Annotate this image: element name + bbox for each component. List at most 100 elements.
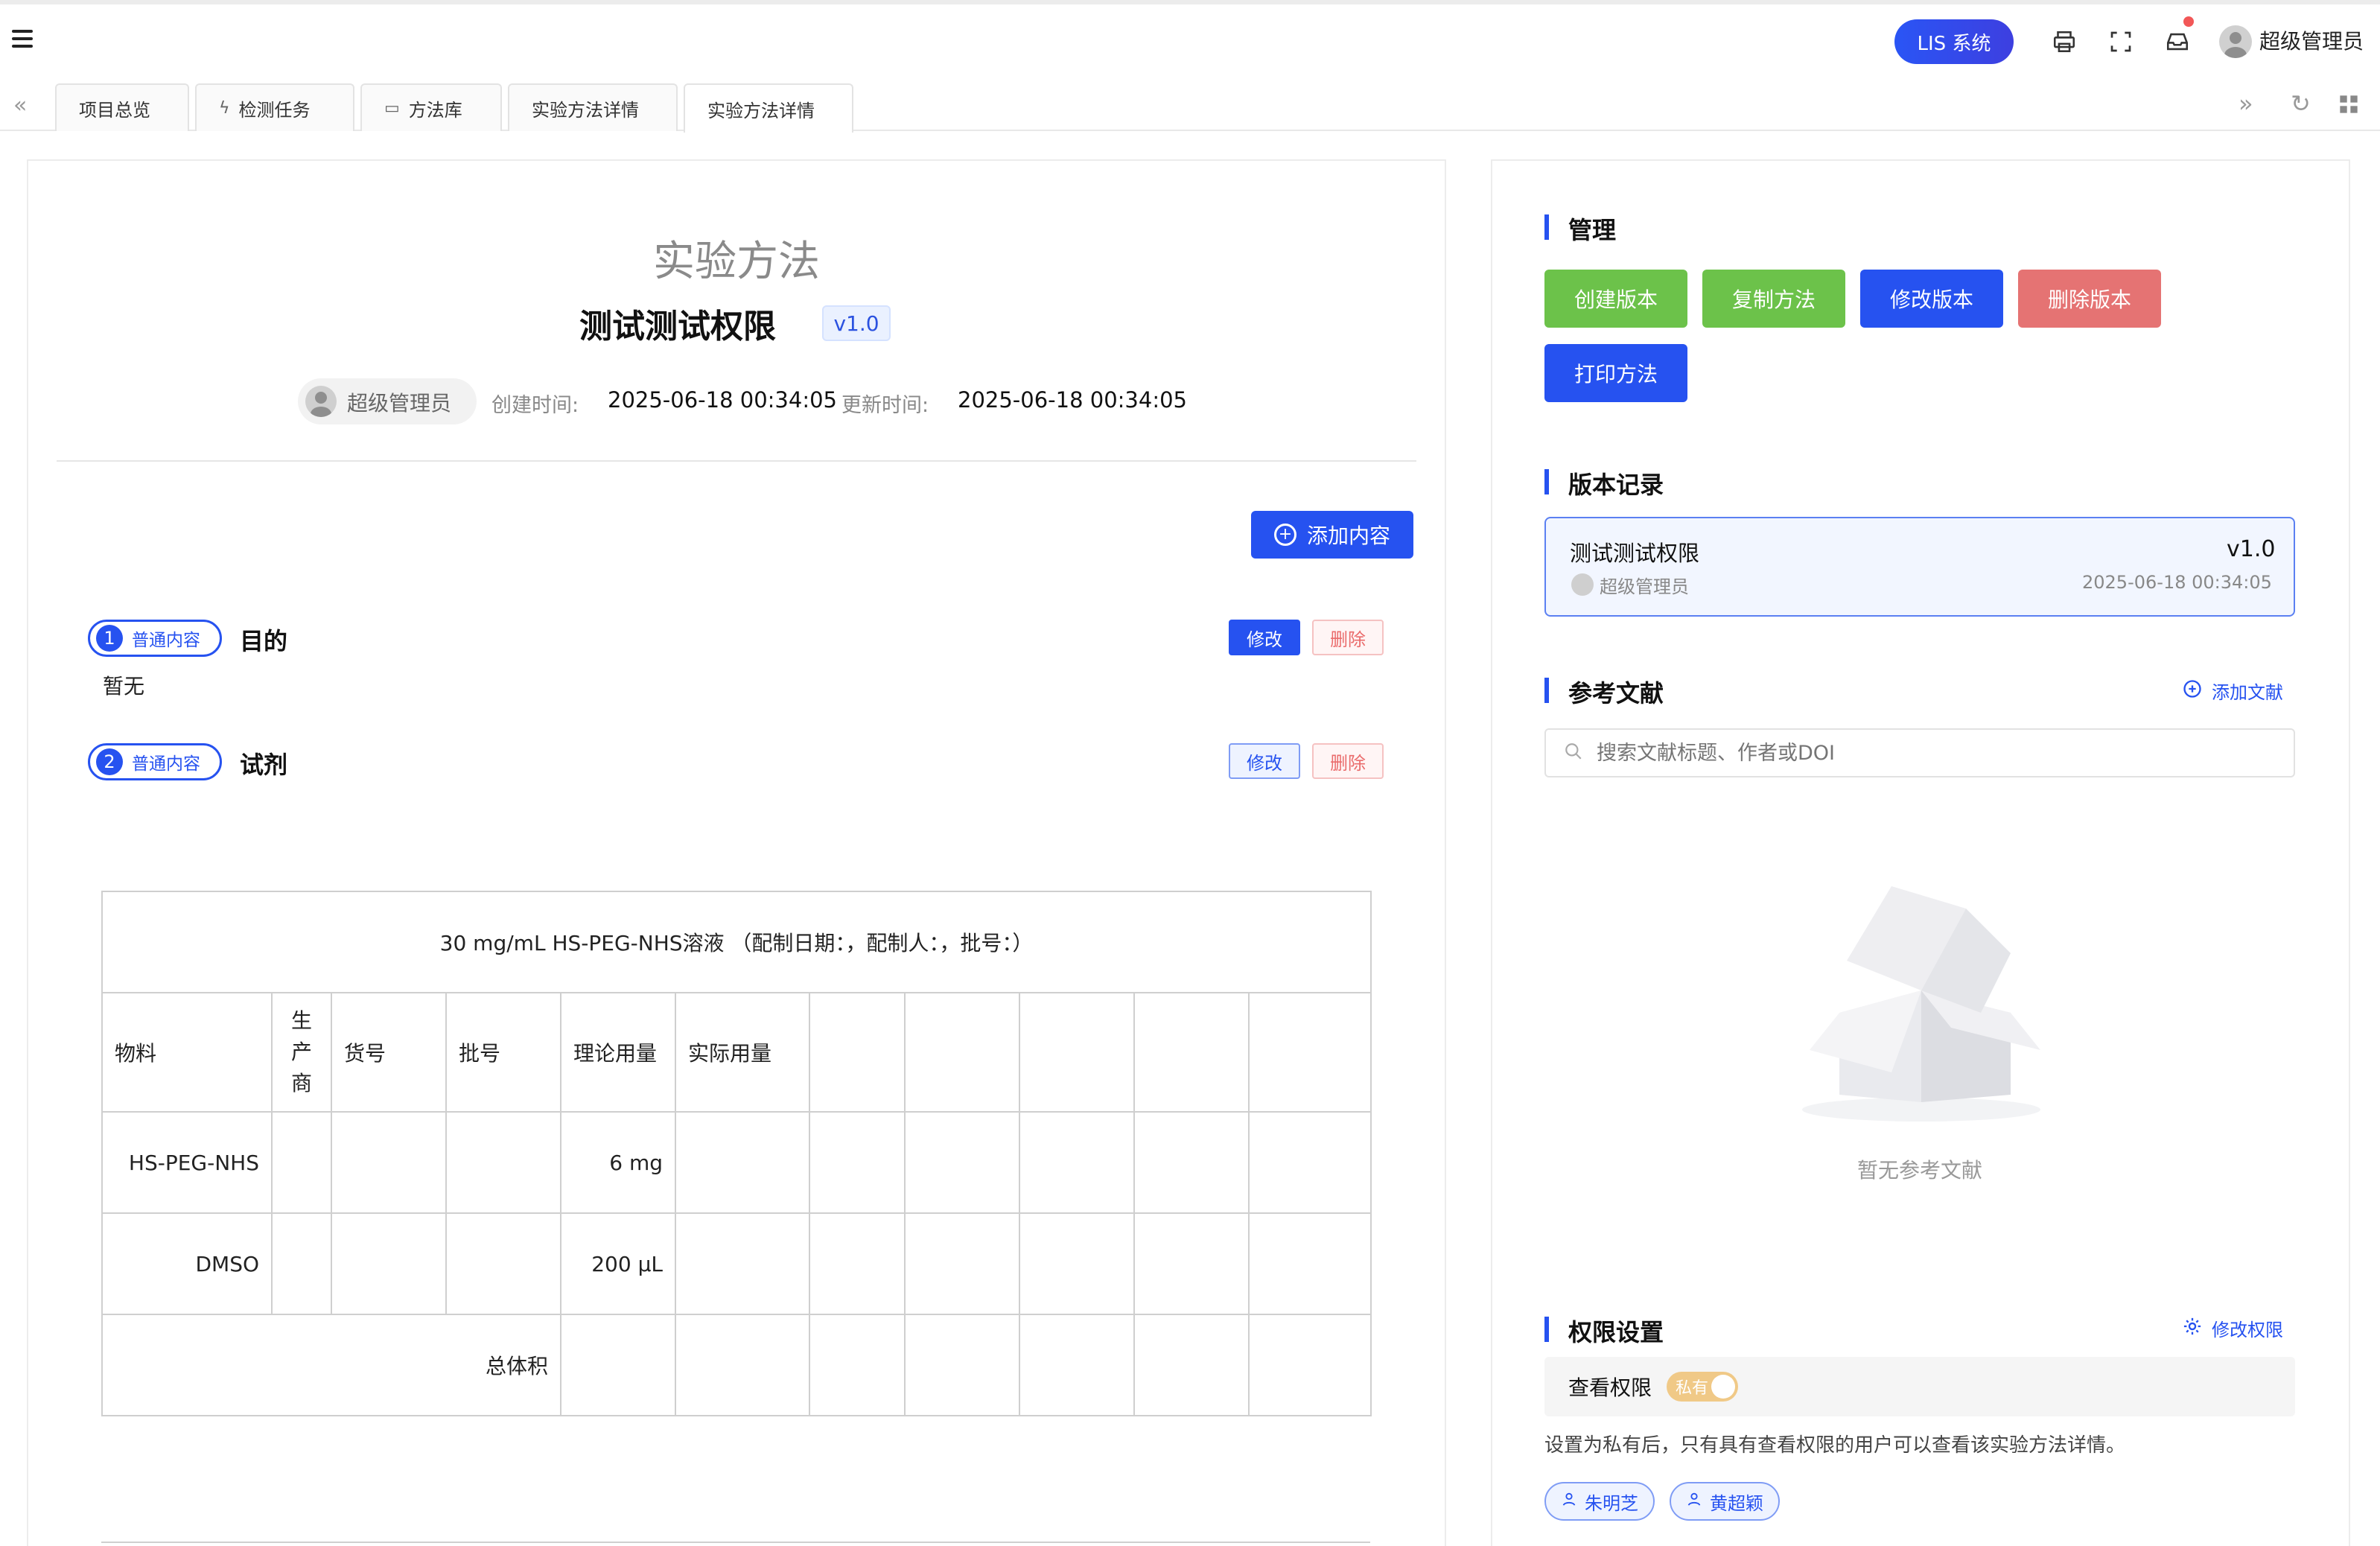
table-header: [1247, 992, 1372, 1113]
table-cell: [904, 1111, 1020, 1214]
box-icon: ▭: [384, 98, 400, 118]
inbox-icon[interactable]: [2163, 27, 2192, 57]
tabs-scroll-left-icon[interactable]: «: [13, 92, 27, 118]
edit-permissions-label: 修改权限: [2212, 1320, 2283, 1340]
table-header: 物料: [101, 992, 273, 1113]
table-cell: [331, 1212, 447, 1315]
tab-project-overview[interactable]: 项目总览: [55, 83, 189, 131]
permitted-user-tag[interactable]: 黄超颖: [1670, 1482, 1780, 1521]
table-header: 货号: [331, 992, 447, 1113]
created-value: 2025-06-18 00:34:05: [608, 387, 837, 413]
add-content-button[interactable]: + 添加内容: [1251, 511, 1413, 559]
version-record-title: 版本记录: [1568, 471, 1664, 499]
current-user-name[interactable]: 超级管理员: [2259, 27, 2364, 57]
table-header: 生 产 商: [271, 992, 332, 1113]
updated-label: 更新时间:: [841, 394, 929, 417]
permission-description: 设置为私有后，只有具有查看权限的用户可以查看该实验方法详情。: [1544, 1434, 2126, 1457]
reference-search[interactable]: [1544, 728, 2295, 777]
table-caption: 30 mg/mL HS-PEG-NHS溶液 （配制日期：，配制人：，批号：）: [101, 891, 1372, 993]
empty-box-icon: [1795, 879, 2048, 1124]
section-marker: [1544, 214, 1549, 240]
table-header: [904, 992, 1020, 1113]
edit-permissions-button[interactable]: 修改权限: [2182, 1315, 2283, 1341]
edit-section-button[interactable]: 修改: [1229, 620, 1300, 655]
permissions-title: 权限设置: [1568, 1318, 1664, 1346]
section-number: 2: [96, 748, 123, 775]
toggle-knob: [1711, 1375, 1735, 1399]
table-cell: [809, 1314, 906, 1416]
section-type-pill: 1 普通内容: [88, 620, 222, 657]
section-marker: [1544, 678, 1549, 703]
delete-section-button[interactable]: 删除: [1312, 743, 1384, 779]
references-title: 参考文献: [1568, 679, 1664, 707]
tab-bar: [0, 82, 2380, 131]
refresh-icon[interactable]: ↻: [2291, 89, 2311, 118]
gear-icon: [2182, 1316, 2203, 1341]
table-cell: [331, 1111, 447, 1214]
plus-circle-icon: [2182, 678, 2203, 704]
table-cell: 200 µL: [560, 1212, 676, 1315]
author-name: 超级管理员: [347, 391, 452, 416]
table-cell: [445, 1212, 561, 1315]
table-header: [809, 992, 906, 1113]
table-cell: [904, 1212, 1020, 1315]
private-toggle[interactable]: 私有: [1667, 1372, 1738, 1402]
version-badge: v1.0: [822, 305, 891, 341]
section-number: 1: [96, 625, 123, 652]
view-permission-row: [1544, 1357, 2295, 1416]
table-cell: [904, 1314, 1020, 1416]
table-cell: [1133, 1314, 1250, 1416]
table-header: 理论用量: [560, 992, 676, 1113]
notification-dot: [2183, 16, 2194, 27]
print-method-button[interactable]: 打印方法: [1544, 344, 1687, 402]
created-label: 创建时间:: [491, 394, 579, 417]
permitted-user-tag[interactable]: 朱明芝: [1544, 1482, 1655, 1521]
tab-label: 检测任务: [238, 99, 311, 121]
tab-test-tasks[interactable]: ϟ 检测任务: [195, 83, 354, 131]
user-tag-label: 朱明芝: [1585, 1492, 1638, 1514]
toggle-label: 私有: [1676, 1379, 1709, 1398]
create-version-button[interactable]: 创建版本: [1544, 270, 1687, 328]
avatar[interactable]: [2219, 25, 2252, 58]
table-cell: [809, 1111, 906, 1214]
menu-icon[interactable]: [12, 30, 33, 48]
management-title: 管理: [1568, 216, 1617, 244]
section-type-pill: 2 普通内容: [88, 743, 222, 780]
tab-label: 方法库: [408, 99, 462, 121]
author-avatar: [305, 386, 337, 417]
tab-method-detail-2[interactable]: 实验方法详情: [684, 83, 853, 133]
print-icon[interactable]: [2049, 27, 2079, 57]
table-cell: 6 mg: [560, 1111, 676, 1214]
table-cell: [1133, 1212, 1250, 1315]
section-type: 普通内容: [132, 631, 200, 650]
section-body: 暂无: [103, 674, 145, 699]
tab-label: 实验方法详情: [707, 100, 815, 121]
section-type: 普通内容: [132, 754, 200, 774]
table-header: 实际用量: [675, 992, 810, 1113]
table-cell: [1019, 1212, 1135, 1315]
grid-icon[interactable]: [2338, 94, 2359, 118]
table-cell: [1247, 1212, 1372, 1315]
section-marker: [1544, 1317, 1549, 1342]
table-header: 批号: [445, 992, 561, 1113]
lis-system-button[interactable]: LIS 系统: [1894, 19, 2014, 64]
search-input[interactable]: [1595, 740, 2265, 766]
delete-section-button[interactable]: 删除: [1312, 620, 1384, 655]
section-title: 试剂: [240, 751, 288, 779]
fullscreen-icon[interactable]: [2106, 27, 2136, 57]
edit-version-button[interactable]: 修改版本: [1860, 270, 2003, 328]
tab-method-detail-1[interactable]: 实验方法详情: [508, 83, 678, 131]
copy-method-button[interactable]: 复制方法: [1702, 270, 1845, 328]
tabs-scroll-right-icon[interactable]: »: [2239, 89, 2253, 118]
delete-version-button[interactable]: 删除版本: [2018, 270, 2161, 328]
version-name: 测试测试权限: [1570, 541, 1700, 566]
add-reference-button[interactable]: 添加文献: [2182, 678, 2283, 704]
table-cell: [1133, 1111, 1250, 1214]
edit-section-button[interactable]: 修改: [1229, 743, 1300, 779]
tab-label: 项目总览: [79, 99, 150, 121]
section-title: 目的: [240, 627, 288, 655]
tab-label: 实验方法详情: [532, 99, 639, 121]
version-user: 超级管理员: [1600, 576, 1689, 597]
table-cell: [675, 1212, 810, 1315]
tab-method-library[interactable]: ▭ 方法库: [360, 83, 502, 131]
